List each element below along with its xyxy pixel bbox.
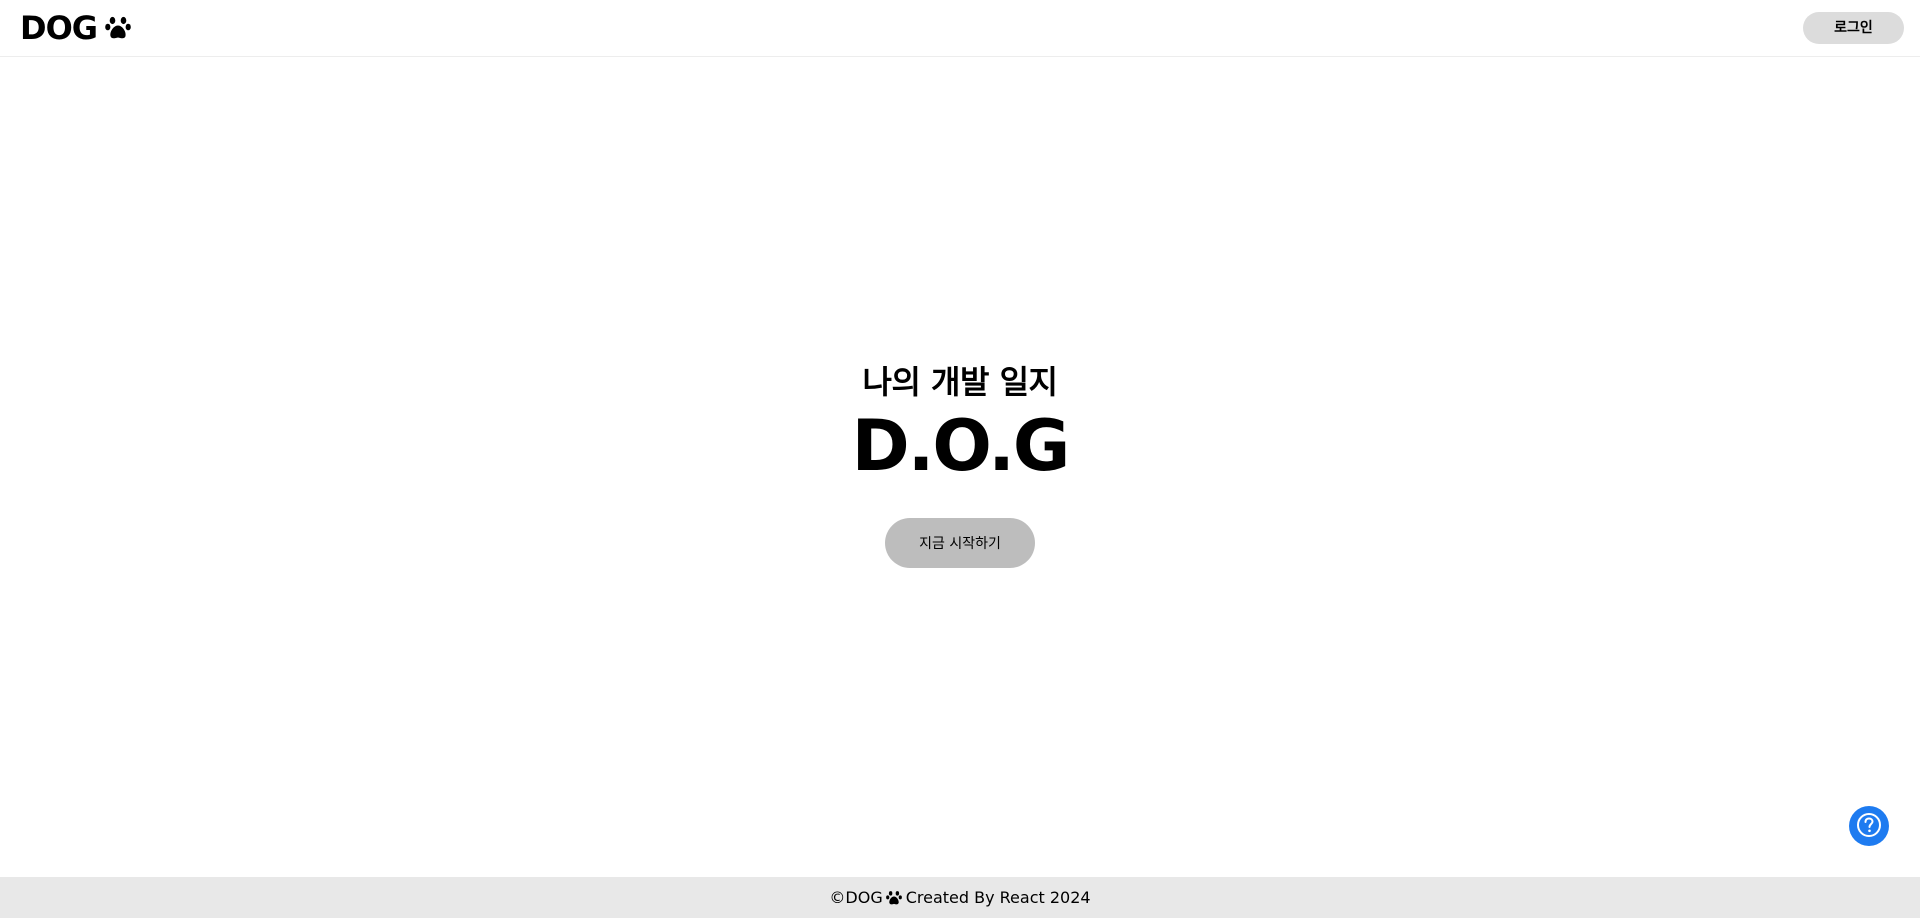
help-button[interactable] xyxy=(1849,806,1889,846)
footer-brand: ©DOG xyxy=(829,888,883,907)
hero-subtitle: 나의 개발 일지 xyxy=(862,363,1058,401)
paw-icon xyxy=(105,15,131,41)
help-icon xyxy=(1856,812,1882,841)
app: DOG 로그인 나의 개발 일지 D.O.G 지금 시작하기 ©DOG Crea… xyxy=(0,0,1920,918)
header: DOG 로그인 xyxy=(0,0,1920,57)
footer: ©DOG Created By React 2024 xyxy=(0,877,1920,918)
paw-icon xyxy=(885,890,902,906)
login-button[interactable]: 로그인 xyxy=(1803,12,1904,44)
footer-credit: Created By React 2024 xyxy=(905,888,1091,907)
hero-section: 나의 개발 일지 D.O.G 지금 시작하기 xyxy=(0,360,1920,568)
brand-logo-link[interactable]: DOG xyxy=(20,10,131,46)
hero-title: D.O.G xyxy=(851,405,1071,487)
brand-name: DOG xyxy=(20,9,98,47)
start-now-button[interactable]: 지금 시작하기 xyxy=(885,518,1035,568)
